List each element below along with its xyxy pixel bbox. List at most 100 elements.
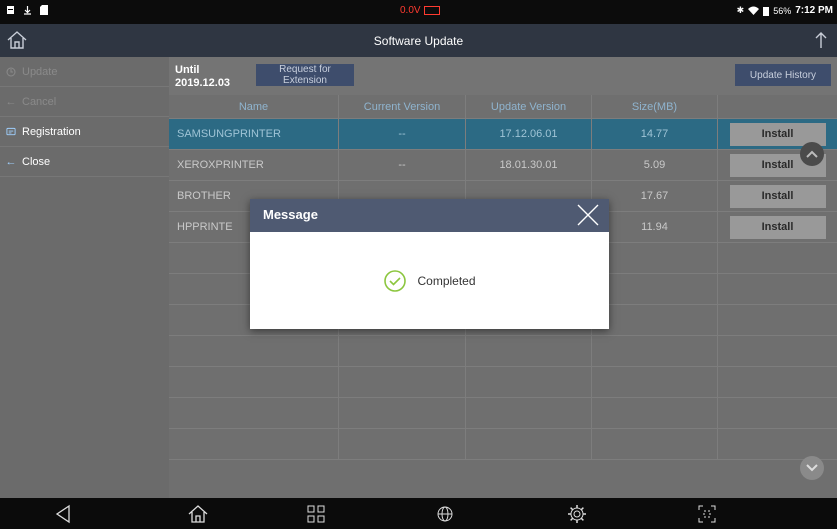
sidebar-item-update[interactable]: Update (0, 57, 169, 87)
cell-empty (718, 429, 837, 459)
cell-empty (718, 398, 837, 428)
cell-empty (592, 429, 718, 459)
car-battery-icon (423, 6, 440, 15)
cell-update-version: 17.12.06.01 (466, 119, 592, 149)
table-header: Name Current Version Update Version Size… (169, 95, 837, 119)
bluetooth-icon: ✱ (736, 5, 745, 15)
home-icon[interactable] (187, 503, 209, 525)
page-title: Software Update (373, 34, 464, 48)
table-row[interactable]: XEROXPRINTER -- 18.01.30.01 5.09 Install (169, 150, 837, 181)
voltage-value: 0.0V (400, 5, 421, 16)
scroll-down-button[interactable] (800, 456, 824, 480)
column-header-name[interactable]: Name (169, 95, 339, 118)
cell-empty (466, 398, 592, 428)
status-icons-right: ✱ 56% 7:12 PM (737, 5, 833, 16)
sidebar-item-label: Registration (22, 125, 81, 138)
status-icons-left (6, 5, 48, 15)
back-arrow-icon: ← (5, 95, 17, 108)
cell-empty (718, 305, 837, 335)
cell-current-version: -- (339, 150, 466, 180)
cell-empty (339, 367, 466, 397)
cell-empty (169, 429, 339, 459)
chevron-down-icon (806, 464, 818, 472)
title-bar: Software Update (0, 24, 837, 57)
toolbar: Until 2019.12.03 Request for Extension U… (169, 57, 837, 95)
back-icon[interactable] (52, 503, 74, 525)
cell-empty (169, 336, 339, 366)
cell-empty (592, 305, 718, 335)
column-header-size[interactable]: Size(MB) (592, 95, 718, 118)
request-extension-button[interactable]: Request for Extension (256, 64, 354, 86)
cell-empty (466, 367, 592, 397)
table-row-empty (169, 336, 837, 367)
cell-empty (718, 274, 837, 304)
gear-icon[interactable] (566, 503, 588, 525)
table-row-empty (169, 429, 837, 460)
status-bar: 0.0V ✱ 56% 7:12 PM (0, 0, 837, 24)
cell-empty (339, 336, 466, 366)
cell-current-version: -- (339, 119, 466, 149)
cell-empty (592, 367, 718, 397)
sidebar-item-registration[interactable]: Registration (0, 117, 169, 147)
cell-empty (466, 429, 592, 459)
install-button[interactable]: Install (729, 215, 826, 239)
cell-action: Install (718, 212, 837, 242)
cell-update-version: 18.01.30.01 (466, 150, 592, 180)
sidebar-item-close[interactable]: ← Close (0, 147, 169, 177)
column-header-update-version[interactable]: Update Version (466, 95, 592, 118)
globe-icon[interactable] (434, 503, 456, 525)
chevron-up-icon (806, 150, 818, 158)
download-icon (24, 6, 31, 15)
scroll-up-button[interactable] (800, 142, 824, 166)
cell-empty (718, 367, 837, 397)
column-header-current-version[interactable]: Current Version (339, 95, 466, 118)
cell-empty (169, 398, 339, 428)
registration-icon (6, 127, 16, 137)
close-icon[interactable] (576, 203, 600, 227)
message-dialog: Message Completed (250, 199, 609, 329)
clock: 7:12 PM (795, 5, 833, 16)
column-header-action (718, 95, 837, 118)
until-date: 2019.12.03 (175, 77, 231, 89)
dialog-body: Completed (250, 232, 609, 329)
cell-size: 11.94 (592, 212, 718, 242)
cell-empty (718, 336, 837, 366)
cell-empty (169, 367, 339, 397)
sidebar-item-label: Update (22, 65, 58, 78)
table-row-empty (169, 367, 837, 398)
dialog-header: Message (250, 199, 609, 232)
cell-name: SAMSUNGPRINTER (169, 119, 339, 149)
battery-icon (763, 6, 770, 16)
cell-action: Install (718, 181, 837, 211)
table-row[interactable]: SAMSUNGPRINTER -- 17.12.06.01 14.77 Inst… (169, 119, 837, 150)
upload-icon[interactable] (811, 29, 831, 51)
apps-grid-icon[interactable] (305, 503, 327, 525)
cell-empty (592, 243, 718, 273)
cell-empty (466, 336, 592, 366)
update-history-button[interactable]: Update History (735, 64, 831, 86)
sidebar-item-cancel[interactable]: ← Cancel (0, 87, 169, 117)
back-arrow-icon: ← (5, 155, 17, 168)
update-icon (6, 67, 16, 77)
table-row-empty (169, 398, 837, 429)
cell-size: 5.09 (592, 150, 718, 180)
cell-empty (718, 243, 837, 273)
voltage-indicator: 0.0V (400, 5, 440, 16)
cell-empty (592, 336, 718, 366)
sidebar-item-label: Cancel (22, 95, 57, 108)
cell-empty (339, 429, 466, 459)
cell-size: 14.77 (592, 119, 718, 149)
cell-empty (339, 398, 466, 428)
cell-size: 17.67 (592, 181, 718, 211)
dialog-title: Message (263, 207, 318, 222)
screenshot-icon[interactable] (696, 503, 718, 525)
notification-icon (7, 6, 14, 14)
check-circle-icon (384, 269, 407, 292)
wifi-icon (748, 6, 760, 15)
until-label: Until (175, 64, 200, 76)
install-button[interactable]: Install (729, 184, 826, 208)
cell-name: XEROXPRINTER (169, 150, 339, 180)
cell-empty (592, 274, 718, 304)
sidebar-item-label: Close (22, 155, 51, 168)
cell-empty (592, 398, 718, 428)
